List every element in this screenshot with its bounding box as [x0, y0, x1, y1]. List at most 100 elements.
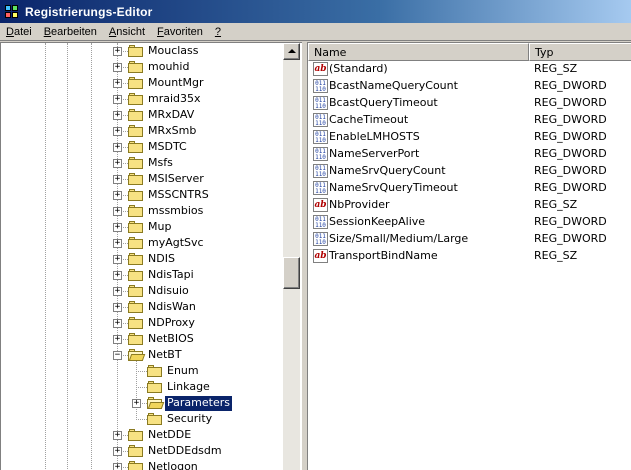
- tree-node-label: MSIServer: [148, 172, 204, 185]
- string-value-icon: ab: [313, 62, 328, 76]
- expand-icon[interactable]: +: [113, 431, 122, 440]
- expand-icon[interactable]: +: [113, 303, 122, 312]
- tree-node-mouclass[interactable]: + Mouclass: [1, 44, 283, 60]
- scroll-thumb[interactable]: [283, 257, 300, 289]
- expand-icon[interactable]: +: [113, 111, 122, 120]
- column-header-name[interactable]: Name: [308, 43, 529, 61]
- value-type: REG_DWORD: [534, 130, 607, 143]
- menu-datei[interactable]: Datei: [0, 26, 38, 38]
- value-row-nameserverport[interactable]: 011 110 NameServerPort REG_DWORD: [308, 146, 631, 163]
- value-name: TransportBindName: [329, 249, 438, 262]
- value-row-size-small-medium-large[interactable]: 011 110 Size/Small/Medium/Large REG_DWORD: [308, 231, 631, 248]
- binary-value-icon: 011 110: [313, 147, 328, 161]
- tree-node-label: MRxSmb: [148, 124, 197, 137]
- value-row-sessionkeepalive[interactable]: 011 110 SessionKeepAlive REG_DWORD: [308, 214, 631, 231]
- scroll-up-button[interactable]: [283, 43, 300, 60]
- menu-ansicht[interactable]: Ansicht: [103, 26, 151, 38]
- tree-node-ndisuio[interactable]: + Ndisuio: [1, 284, 283, 300]
- tree-node-msdtc[interactable]: + MSDTC: [1, 140, 283, 156]
- tree-node-netddedsdm[interactable]: + NetDDEdsdm: [1, 444, 283, 460]
- expand-icon[interactable]: +: [113, 143, 122, 152]
- expand-icon[interactable]: +: [113, 239, 122, 248]
- binary-value-icon: 011 110: [313, 164, 328, 178]
- tree-node-mraid35x[interactable]: + mraid35x: [1, 92, 283, 108]
- key-tree-pane[interactable]: + Mouclass + mouhid + MountMgr + mraid35x + MRxDA…: [0, 42, 302, 470]
- tree-node-linkage[interactable]: Linkage: [1, 380, 283, 396]
- value-row-enablelmhosts[interactable]: 011 110 EnableLMHOSTS REG_DWORD: [308, 129, 631, 146]
- value-row-bcastquerytimeout[interactable]: 011 110 BcastQueryTimeout REG_DWORD: [308, 95, 631, 112]
- folder-icon: [128, 93, 144, 106]
- values-list-pane[interactable]: Name Typ ab (Standard) REG_SZ 011 110 BcastNa…: [307, 42, 631, 470]
- tree-node-parameters[interactable]: + Parameters: [1, 395, 283, 412]
- tree-node-mountmgr[interactable]: + MountMgr: [1, 76, 283, 92]
- tree-node-enum[interactable]: Enum: [1, 364, 283, 380]
- tree-node-label: NDIS: [148, 252, 175, 265]
- tree-node-netbios[interactable]: + NetBIOS: [1, 332, 283, 348]
- folder-icon: [128, 205, 144, 218]
- expand-icon[interactable]: +: [113, 335, 122, 344]
- value-row-standard[interactable]: ab (Standard) REG_SZ: [308, 61, 631, 78]
- expand-icon[interactable]: +: [113, 127, 122, 136]
- value-row-transportbindname[interactable]: ab TransportBindName REG_SZ: [308, 248, 631, 265]
- expand-icon[interactable]: +: [113, 319, 122, 328]
- expand-icon[interactable]: +: [113, 47, 122, 56]
- tree-node-msiserver[interactable]: + MSIServer: [1, 172, 283, 188]
- tree-node-mrxdav[interactable]: + MRxDAV: [1, 108, 283, 124]
- expand-icon[interactable]: +: [113, 95, 122, 104]
- column-header-type[interactable]: Typ: [529, 43, 631, 61]
- tree-node-mouhid[interactable]: + mouhid: [1, 60, 283, 76]
- tree-node-security[interactable]: Security: [1, 412, 283, 428]
- value-row-bcastnamequerycount[interactable]: 011 110 BcastNameQueryCount REG_DWORD: [308, 78, 631, 95]
- menu-datei-rest: atei: [13, 25, 32, 38]
- expand-icon[interactable]: +: [113, 175, 122, 184]
- expand-icon[interactable]: +: [113, 191, 122, 200]
- tree-vertical-scrollbar[interactable]: [283, 43, 300, 470]
- folder-icon: [128, 333, 144, 346]
- expand-icon[interactable]: +: [113, 447, 122, 456]
- tree-node-msscntrs[interactable]: + MSSCNTRS: [1, 188, 283, 204]
- tree-node-msfs[interactable]: + Msfs: [1, 156, 283, 172]
- expand-icon[interactable]: +: [113, 223, 122, 232]
- collapse-icon[interactable]: −: [113, 351, 122, 360]
- tree-node-mup[interactable]: + Mup: [1, 220, 283, 236]
- binary-value-icon: 011 110: [313, 232, 328, 246]
- folder-icon: [128, 77, 144, 90]
- menu-favoriten[interactable]: Favoriten: [151, 26, 209, 38]
- tree-node-mrxsmb[interactable]: + MRxSmb: [1, 124, 283, 140]
- folder-icon: [128, 301, 144, 314]
- tree-node-netdde[interactable]: + NetDDE: [1, 428, 283, 444]
- expand-icon[interactable]: +: [113, 271, 122, 280]
- folder-icon: [128, 109, 144, 122]
- expand-icon[interactable]: +: [113, 159, 122, 168]
- expand-icon[interactable]: +: [113, 463, 122, 470]
- expand-icon[interactable]: +: [113, 255, 122, 264]
- title-bar[interactable]: Registrierungs-Editor: [0, 0, 631, 23]
- value-name: Size/Small/Medium/Large: [329, 232, 469, 245]
- value-row-nbprovider[interactable]: ab NbProvider REG_SZ: [308, 197, 631, 214]
- tree-node-ndistapi[interactable]: + NdisTapi: [1, 268, 283, 284]
- tree-node-label: Mup: [148, 220, 172, 233]
- tree-node-ndis[interactable]: + NDIS: [1, 252, 283, 268]
- expand-icon[interactable]: +: [113, 63, 122, 72]
- tree-node-label: Msfs: [148, 156, 173, 169]
- tree-node-netbt[interactable]: − NetBT: [1, 348, 283, 364]
- value-row-namesrvquerytimeout[interactable]: 011 110 NameSrvQueryTimeout REG_DWORD: [308, 180, 631, 197]
- expand-icon[interactable]: +: [132, 399, 141, 408]
- expand-icon[interactable]: +: [113, 287, 122, 296]
- value-type: REG_DWORD: [534, 113, 607, 126]
- registry-editor-icon: [4, 4, 20, 20]
- tree-node-ndproxy[interactable]: + NDProxy: [1, 316, 283, 332]
- tree-node-netlogon[interactable]: + Netlogon: [1, 460, 283, 470]
- tree-connector: [136, 419, 147, 420]
- tree-node-ndiswan[interactable]: + NdisWan: [1, 300, 283, 316]
- menu-bearbeiten[interactable]: Bearbeiten: [38, 26, 103, 38]
- expand-icon[interactable]: +: [113, 207, 122, 216]
- folder-icon: [128, 189, 144, 202]
- menu-help[interactable]: ?: [209, 26, 227, 38]
- tree-node-myagtsvc[interactable]: + myAgtSvc: [1, 236, 283, 252]
- value-row-cachetimeout[interactable]: 011 110 CacheTimeout REG_DWORD: [308, 112, 631, 129]
- tree-node-label: Ndisuio: [148, 284, 189, 297]
- expand-icon[interactable]: +: [113, 79, 122, 88]
- value-row-namesrvquerycount[interactable]: 011 110 NameSrvQueryCount REG_DWORD: [308, 163, 631, 180]
- tree-node-mssmbios[interactable]: + mssmbios: [1, 204, 283, 220]
